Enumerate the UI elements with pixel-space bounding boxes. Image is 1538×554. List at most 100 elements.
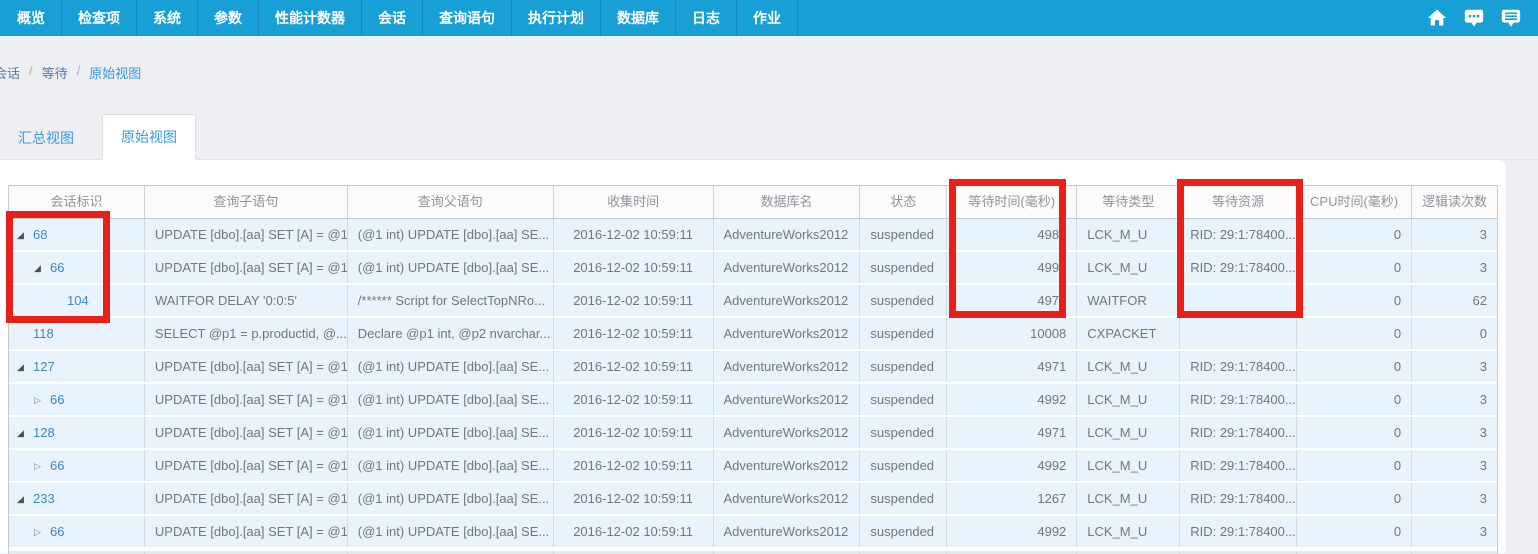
column-header-session_id[interactable]: 会话标识	[9, 186, 145, 218]
nav-item-check-items[interactable]: 检查项	[62, 0, 137, 36]
cell-wait_type: LCK_M_U	[1077, 516, 1180, 547]
cell-stmt: UPDATE [dbo].[aa] SET [A] = @1	[145, 384, 348, 415]
nav-item-sessions[interactable]: 会话	[362, 0, 423, 36]
cell-cpu_ms: 0	[1297, 285, 1412, 316]
cell-parent_stmt: (@1 int) UPDATE [dbo].[aa] SE...	[348, 252, 554, 283]
column-header-stmt[interactable]: 查询子语句	[145, 186, 348, 218]
nav-item-jobs[interactable]: 作业	[737, 0, 798, 36]
cell-collect_time: 2016-12-02 10:59:11	[554, 417, 714, 448]
cell-wait_type: LCK_M_U	[1077, 384, 1180, 415]
session-id-link[interactable]: 127	[33, 359, 55, 374]
nav-item-query-statements[interactable]: 查询语句	[423, 0, 512, 36]
session-id-link[interactable]: 66	[50, 260, 64, 275]
column-header-db_name[interactable]: 数据库名	[714, 186, 861, 218]
column-header-cpu_ms[interactable]: CPU时间(毫秒)	[1297, 186, 1412, 218]
session-id-link[interactable]: 118	[33, 326, 54, 341]
cell-cpu_ms: 0	[1297, 219, 1412, 250]
cell-db_name: AdventureWorks2012	[714, 483, 861, 514]
cell-parent_stmt: Declare @p1 int, @p2 nvarchar...	[348, 318, 554, 349]
cell-session_id: ◢66	[9, 252, 145, 283]
cell-stmt: WAITFOR DELAY '0:0:5'	[145, 285, 348, 316]
table-row: 104WAITFOR DELAY '0:0:5'/****** Script f…	[9, 285, 1497, 318]
breadcrumb: 会话/等待/原始视图	[0, 63, 141, 82]
cell-collect_time: 2016-12-02 10:59:11	[554, 219, 714, 250]
cell-stmt: UPDATE [dbo].[aa] SET [A] = @1	[145, 417, 348, 448]
column-header-reads[interactable]: 逻辑读次数	[1412, 186, 1497, 218]
session-id-link[interactable]: 68	[33, 227, 47, 242]
nav-item-databases[interactable]: 数据库	[601, 0, 676, 36]
cell-cpu_ms: 0	[1297, 384, 1412, 415]
cell-collect_time: 2016-12-02 10:59:11	[554, 450, 714, 481]
nav-item-execution-plans[interactable]: 执行计划	[512, 0, 601, 36]
session-id-link[interactable]: 66	[50, 392, 64, 407]
column-header-wait_type[interactable]: 等待类型	[1077, 186, 1180, 218]
cell-wait_type: WAITFOR	[1077, 285, 1180, 316]
table-body: ◢68UPDATE [dbo].[aa] SET [A] = @1(@1 int…	[9, 219, 1497, 549]
breadcrumb-item-raw-view[interactable]: 原始视图	[89, 63, 141, 82]
session-id-link[interactable]: 104	[67, 293, 89, 308]
nav-item-perf-counters[interactable]: 性能计数器	[259, 0, 362, 36]
cell-wait_type: LCK_M_U	[1077, 219, 1180, 250]
column-header-wait_ms[interactable]: 等待时间(毫秒)	[947, 186, 1077, 218]
collapse-toggle-icon[interactable]: ◢	[17, 220, 33, 250]
tab-raw-view[interactable]: 原始视图	[102, 114, 196, 160]
cell-session_id: ▷66	[9, 516, 145, 547]
cell-wait_type: LCK_M_U	[1077, 351, 1180, 382]
cell-wait_resource: RID: 29:1:78400...	[1180, 219, 1297, 250]
partial-next-row	[9, 549, 1497, 554]
cell-parent_stmt: (@1 int) UPDATE [dbo].[aa] SE...	[348, 384, 554, 415]
session-id-link[interactable]: 66	[50, 458, 64, 473]
column-header-parent_stmt[interactable]: 查询父语句	[348, 186, 554, 218]
wait-sessions-table: 会话标识查询子语句查询父语句收集时间数据库名状态等待时间(毫秒)等待类型等待资源…	[8, 185, 1498, 554]
cell-parent_stmt: (@1 int) UPDATE [dbo].[aa] SE...	[348, 417, 554, 448]
expand-toggle-icon[interactable]: ▷	[34, 385, 50, 415]
column-header-status[interactable]: 状态	[860, 186, 947, 218]
cell-stmt: UPDATE [dbo].[aa] SET [A] = @1	[145, 516, 348, 547]
cell-db_name: AdventureWorks2012	[714, 285, 861, 316]
message-dots-icon[interactable]	[1463, 7, 1485, 29]
collapse-toggle-icon[interactable]: ◢	[17, 484, 33, 514]
cell-wait_ms: 4975	[947, 285, 1077, 316]
cell-parent_stmt: (@1 int) UPDATE [dbo].[aa] SE...	[348, 450, 554, 481]
main-menu: 概览检查项系统参数性能计数器会话查询语句执行计划数据库日志作业	[0, 0, 798, 36]
table-row: 118SELECT @p1 = p.productid, @...Declare…	[9, 318, 1497, 351]
expand-toggle-icon[interactable]: ▷	[34, 517, 50, 547]
cell-status: suspended	[860, 318, 947, 349]
column-header-wait_resource[interactable]: 等待资源	[1180, 186, 1297, 218]
cell-db_name: AdventureWorks2012	[714, 384, 861, 415]
cell-wait_ms: 4971	[947, 417, 1077, 448]
breadcrumb-item-sessions[interactable]: 会话	[0, 63, 20, 82]
nav-item-logs[interactable]: 日志	[676, 0, 737, 36]
cell-status: suspended	[860, 417, 947, 448]
expand-toggle-icon[interactable]: ▷	[34, 451, 50, 481]
collapse-toggle-icon[interactable]: ◢	[17, 418, 33, 448]
tab-summary-view[interactable]: 汇总视图	[0, 116, 92, 160]
cell-session_id: 118	[9, 318, 145, 349]
nav-item-system[interactable]: 系统	[137, 0, 198, 36]
session-id-link[interactable]: 233	[33, 491, 55, 506]
cell-cpu_ms: 0	[1297, 450, 1412, 481]
cell-db_name: AdventureWorks2012	[714, 516, 861, 547]
cell-status: suspended	[860, 384, 947, 415]
cell-session_id: ◢233	[9, 483, 145, 514]
table-row: ◢233UPDATE [dbo].[aa] SET [A] = @1(@1 in…	[9, 483, 1497, 516]
cell-stmt: UPDATE [dbo].[aa] SET [A] = @1	[145, 219, 348, 250]
nav-item-overview[interactable]: 概览	[0, 0, 62, 36]
session-id-link[interactable]: 128	[33, 425, 55, 440]
cell-session_id: 104	[9, 285, 145, 316]
cell-wait_type: LCK_M_U	[1077, 417, 1180, 448]
nav-item-parameters[interactable]: 参数	[198, 0, 259, 36]
collapse-toggle-icon[interactable]: ◢	[34, 253, 50, 283]
cell-collect_time: 2016-12-02 10:59:11	[554, 351, 714, 382]
cell-status: suspended	[860, 516, 947, 547]
breadcrumb-item-waits[interactable]: 等待	[42, 63, 68, 82]
column-header-collect_time[interactable]: 收集时间	[554, 186, 714, 218]
cell-wait_type: CXPACKET	[1077, 318, 1180, 349]
table-row: ◢66UPDATE [dbo].[aa] SET [A] = @1(@1 int…	[9, 252, 1497, 285]
collapse-toggle-icon[interactable]: ◢	[17, 352, 33, 382]
cell-status: suspended	[860, 483, 947, 514]
home-icon[interactable]	[1426, 7, 1448, 29]
message-lines-icon[interactable]	[1500, 7, 1522, 29]
cell-stmt: UPDATE [dbo].[aa] SET [A] = @1	[145, 351, 348, 382]
session-id-link[interactable]: 66	[50, 524, 64, 539]
